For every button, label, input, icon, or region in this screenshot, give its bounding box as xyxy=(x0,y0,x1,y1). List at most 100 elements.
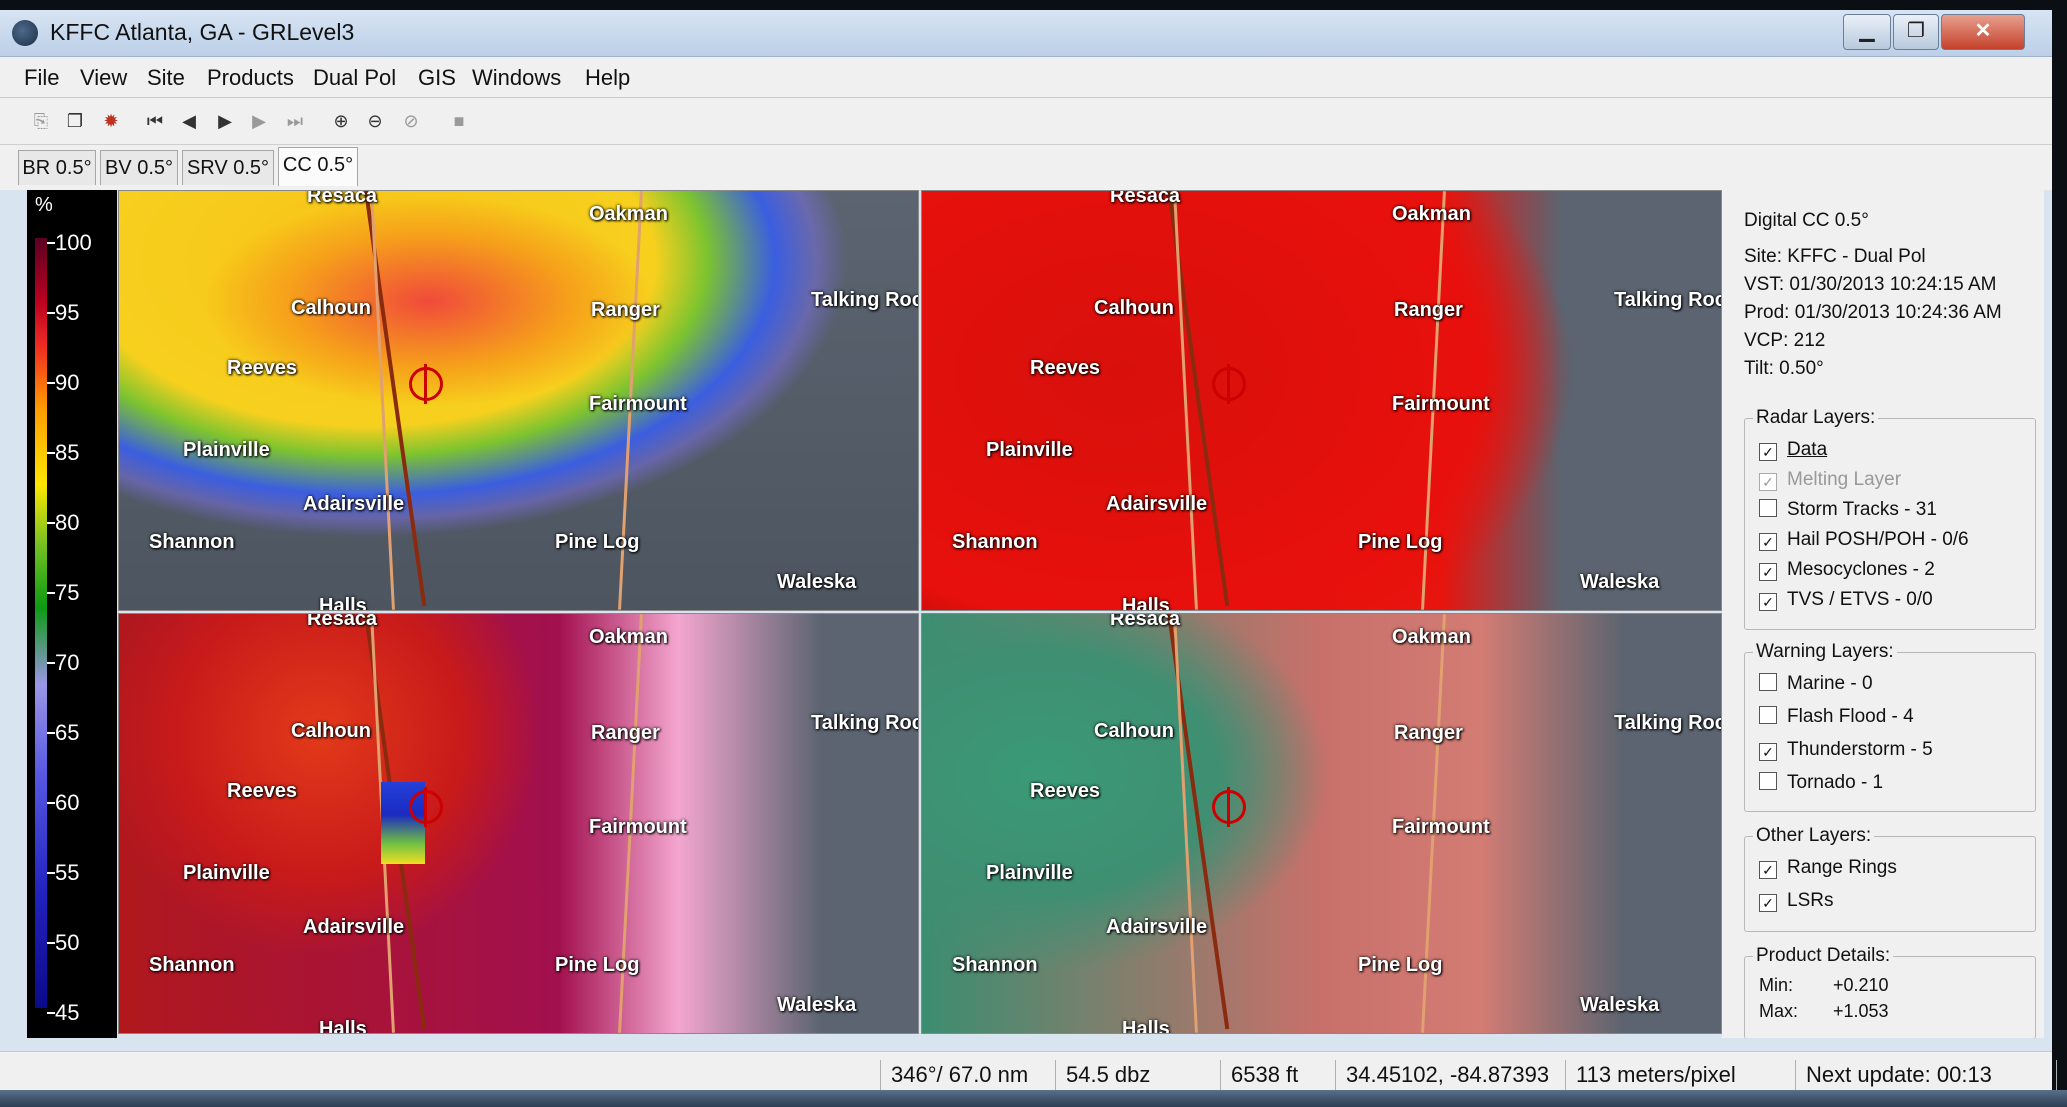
zoom-reset-icon[interactable]: ⊘ xyxy=(398,108,424,134)
layer-storm-tracks-row[interactable]: Storm Tracks - 31 xyxy=(1759,499,1937,521)
place-label: Reeves xyxy=(227,780,298,802)
status-value: 54.5 dbz xyxy=(1055,1060,1216,1090)
maximize-button[interactable]: ❐ xyxy=(1893,14,1939,50)
menu-view[interactable]: View xyxy=(80,65,127,91)
mesocyclone-marker[interactable] xyxy=(1212,364,1246,404)
place-label: Pine Log xyxy=(1358,531,1443,553)
title-bar: KFFC Atlanta, GA - GRLevel3 ▁ ❐ ✕ xyxy=(0,10,2052,57)
highway-road xyxy=(1173,191,1198,610)
place-label: Talking Roc xyxy=(811,712,919,734)
tab-bv[interactable]: BV 0.5° xyxy=(100,150,178,185)
taskbar xyxy=(0,1090,2067,1107)
menu-gis[interactable]: GIS xyxy=(418,65,456,91)
warning-flash-flood-row[interactable]: Flash Flood - 4 xyxy=(1759,706,1914,728)
radar-panel-cc[interactable]: Resaca Oakman Calhoun Ranger Talking Roc… xyxy=(921,613,1722,1034)
tab-srv[interactable]: SRV 0.5° xyxy=(182,150,274,185)
mesocyclone-marker[interactable] xyxy=(1212,787,1246,827)
layer-meso-row[interactable]: ✓ Mesocyclones - 2 xyxy=(1759,559,1935,581)
place-label: Reeves xyxy=(227,357,298,379)
settings-icon[interactable]: ✹ xyxy=(98,108,124,134)
scale-label: 75 xyxy=(55,580,80,605)
menu-help[interactable]: Help xyxy=(585,65,630,91)
warning-thunderstorm-row[interactable]: ✓ Thunderstorm - 5 xyxy=(1759,739,1933,761)
warning-tornado-row[interactable]: Tornado - 1 xyxy=(1759,772,1883,794)
scale-label: 55 xyxy=(55,860,80,885)
place-label: Oakman xyxy=(589,203,668,225)
menu-windows[interactable]: Windows xyxy=(472,65,561,91)
group-title: Other Layers: xyxy=(1753,825,1875,847)
product-details-group: Product Details: Min: +0.210 Max: +1.053 xyxy=(1744,945,2036,1039)
scale-label: 65 xyxy=(55,720,80,745)
close-button[interactable]: ✕ xyxy=(1941,14,2025,50)
place-label: Shannon xyxy=(952,954,1038,976)
place-label: Reeves xyxy=(1030,780,1101,802)
status-height: 6538 ft xyxy=(1220,1060,1337,1090)
place-label: Oakman xyxy=(1392,203,1471,225)
group-title: Warning Layers: xyxy=(1753,641,1897,663)
prev-frame-icon[interactable]: ◀ xyxy=(176,108,202,134)
menu-products[interactable]: Products xyxy=(207,65,294,91)
checkbox[interactable] xyxy=(1759,499,1777,517)
other-lsrs-row[interactable]: ✓ LSRs xyxy=(1759,890,1833,912)
radar-panel-br[interactable]: Resaca Oakman Calhoun Ranger Talking Roc… xyxy=(118,190,919,611)
place-label: Waleska xyxy=(777,994,857,1016)
checkbox[interactable] xyxy=(1759,673,1777,691)
warning-marine-row[interactable]: Marine - 0 xyxy=(1759,673,1873,695)
layer-label: Hail POSH/POH - 0/6 xyxy=(1787,529,1969,550)
layer-tvs-row[interactable]: ✓ TVS / ETVS - 0/0 xyxy=(1759,589,1933,611)
play-icon[interactable]: ▶ xyxy=(212,108,238,134)
group-title: Radar Layers: xyxy=(1753,407,1879,429)
scale-label: 85 xyxy=(55,440,80,465)
checkbox[interactable]: ✓ xyxy=(1759,861,1777,879)
warning-layers-group: Warning Layers: Marine - 0 Flash Flood -… xyxy=(1744,641,2036,812)
place-label: Calhoun xyxy=(1094,720,1174,742)
group-title: Product Details: xyxy=(1753,945,1894,967)
checkbox[interactable]: ✓ xyxy=(1759,894,1777,912)
place-label: Fairmount xyxy=(1392,393,1490,415)
copy-icon[interactable]: ⎘ xyxy=(28,108,54,134)
place-label: Ranger xyxy=(1394,299,1463,321)
checkbox[interactable]: ✓ xyxy=(1759,443,1777,461)
status-latlon: 34.45102, -84.87393 xyxy=(1335,1060,1566,1090)
menu-dual-pol[interactable]: Dual Pol xyxy=(313,65,396,91)
zoom-in-icon[interactable]: ⊕ xyxy=(328,108,354,134)
menu-site[interactable]: Site xyxy=(147,65,185,91)
place-label: Halls xyxy=(319,595,367,611)
layer-data-row[interactable]: ✓ Data xyxy=(1759,439,1827,461)
radar-panel-bv[interactable]: Resaca Oakman Calhoun Ranger Talking Roc… xyxy=(921,190,1722,611)
other-range-rings-row[interactable]: ✓ Range Rings xyxy=(1759,857,1897,879)
mesocyclone-marker[interactable] xyxy=(409,787,443,827)
place-label: Fairmount xyxy=(589,393,687,415)
first-frame-icon[interactable]: ⏮ xyxy=(142,108,168,134)
tab-cc[interactable]: CC 0.5° xyxy=(278,147,358,186)
checkbox[interactable]: ✓ xyxy=(1759,563,1777,581)
mesocyclone-marker[interactable] xyxy=(409,364,443,404)
checkbox[interactable] xyxy=(1759,772,1777,790)
layer-label: Range Rings xyxy=(1787,857,1897,878)
radar-panel-srv[interactable]: Resaca Oakman Calhoun Ranger Talking Roc… xyxy=(118,613,919,1034)
info-panel: Digital CC 0.5° Site: KFFC - Dual Pol VS… xyxy=(1722,190,2044,1039)
menu-file[interactable]: File xyxy=(24,65,59,91)
vst-info: VST: 01/30/2013 10:24:15 AM xyxy=(1744,274,1997,295)
place-label: Plainville xyxy=(183,439,270,461)
checkbox[interactable]: ✓ xyxy=(1759,593,1777,611)
last-frame-icon[interactable]: ⏭ xyxy=(282,108,308,134)
stop-icon[interactable]: ■ xyxy=(446,108,472,134)
layer-label: Mesocyclones - 2 xyxy=(1787,559,1935,580)
paste-icon[interactable]: ❐ xyxy=(62,108,88,134)
zoom-out-icon[interactable]: ⊖ xyxy=(362,108,388,134)
minimize-button[interactable]: ▁ xyxy=(1843,14,1891,50)
place-label: Adairsville xyxy=(303,916,405,938)
layer-hail-row[interactable]: ✓ Hail POSH/POH - 0/6 xyxy=(1759,529,1969,551)
color-scale-gradient xyxy=(35,238,47,1008)
scale-label: 60 xyxy=(55,790,80,815)
checkbox[interactable]: ✓ xyxy=(1759,533,1777,551)
next-frame-icon[interactable]: ▶ xyxy=(246,108,272,134)
place-label: Plainville xyxy=(986,439,1073,461)
checkbox[interactable] xyxy=(1759,706,1777,724)
min-value: +0.210 xyxy=(1833,975,1889,995)
tab-br[interactable]: BR 0.5° xyxy=(18,150,96,185)
checkbox[interactable]: ✓ xyxy=(1759,743,1777,761)
max-value: +1.053 xyxy=(1833,1001,1889,1021)
scale-label: 80 xyxy=(55,510,80,535)
